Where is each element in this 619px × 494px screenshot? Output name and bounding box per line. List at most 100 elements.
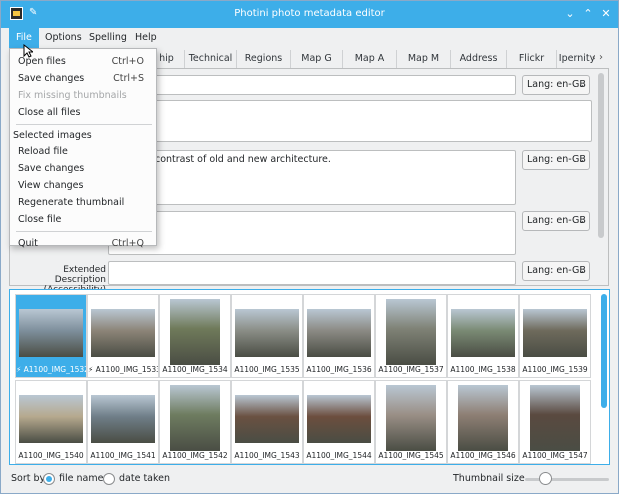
thumbnail-filename: A1100_IMG_1534 (162, 365, 228, 374)
tab-regions[interactable]: Regions (237, 50, 291, 68)
thumbnail-image (91, 309, 155, 357)
extended-description-field[interactable] (108, 261, 516, 285)
sort-date-taken-radio[interactable] (103, 473, 115, 485)
thumbnail-item[interactable]: ⚡ A1100_IMG_1533 (87, 294, 159, 378)
chevron-down-icon: ⌄ (578, 80, 585, 89)
thumbnail-filename: A1100_IMG_1545 (378, 451, 444, 460)
tab-map-a[interactable]: Map A (343, 50, 397, 68)
description-field[interactable]: all. Nice contrast of old and new archit… (108, 150, 516, 205)
thumbnail-filename: A1100_IMG_1535 (234, 365, 300, 374)
thumbnail-filename: A1100_IMG_1539 (522, 365, 588, 374)
menu-item-selected-close-file[interactable]: Close file (10, 211, 156, 228)
thumbnail-image (235, 309, 299, 357)
thumbnail-caption: A1100_IMG_1541 (88, 451, 158, 460)
minimize-icon[interactable]: ⌄ (563, 7, 577, 20)
bottom-bar: Sort by file name date taken Thumbnail s… (1, 467, 618, 493)
unsaved-marker-icon: ⚡ (16, 365, 24, 374)
menu-item-selected-save-changes[interactable]: Save changes (10, 160, 156, 177)
menu-item-selected-regenerate-thumbnail[interactable]: Regenerate thumbnail (10, 194, 156, 211)
menu-item-selected-save-changes-label: Save changes (18, 163, 85, 174)
menu-item-close-all-files[interactable]: Close all files (10, 104, 156, 121)
thumbnail-item[interactable]: A1100_IMG_1543 (231, 380, 303, 464)
menu-item-close-all-files-label: Close all files (18, 107, 81, 118)
menu-separator (16, 231, 152, 232)
menu-item-selected-close-file-label: Close file (18, 214, 62, 225)
thumbnail-caption: A1100_IMG_1540 (16, 451, 86, 460)
thumbnail-caption: A1100_IMG_1535 (232, 365, 302, 374)
thumbnail-image (307, 309, 371, 357)
thumbnail-item[interactable]: A1100_IMG_1541 (87, 380, 159, 464)
thumbnail-filename: A1100_IMG_1541 (90, 451, 156, 460)
title-lang-select[interactable]: Lang: en-GB ⌄ (522, 75, 590, 95)
thumbnail-item[interactable]: ⚡ A1100_IMG_1532 (15, 294, 87, 378)
thumbnail-image (451, 309, 515, 357)
menu-item-save-changes-shortcut: Ctrl+S (113, 73, 144, 84)
menu-item-selected-reload-file[interactable]: Reload file (10, 143, 156, 160)
thumbnail-item[interactable]: A1100_IMG_1540 (15, 380, 87, 464)
thumbnail-item[interactable]: A1100_IMG_1539 (519, 294, 591, 378)
thumbnail-image (530, 385, 580, 451)
menu-spelling[interactable]: Spelling (82, 28, 134, 48)
thumbnail-size-handle[interactable] (539, 472, 553, 485)
thumbnail-caption: ⚡ A1100_IMG_1532 (16, 365, 86, 374)
sort-file-name-label[interactable]: file name (59, 473, 103, 484)
thumbnail-image (19, 309, 83, 357)
tab-flickr[interactable]: Flickr (507, 50, 557, 68)
thumbnail-item[interactable]: A1100_IMG_1534 (159, 294, 231, 378)
thumbnail-item[interactable]: A1100_IMG_1544 (303, 380, 375, 464)
thumbnail-caption: A1100_IMG_1544 (304, 451, 374, 460)
thumbnail-caption: A1100_IMG_1537 (376, 365, 446, 374)
thumbnail-image (91, 395, 155, 443)
thumbnail-item[interactable]: A1100_IMG_1542 (159, 380, 231, 464)
thumbnail-item[interactable]: A1100_IMG_1547 (519, 380, 591, 464)
keywords-field[interactable] (108, 211, 516, 255)
close-icon[interactable]: ✕ (599, 7, 613, 20)
thumbnail-item[interactable]: A1100_IMG_1537 (375, 294, 447, 378)
thumbnail-item[interactable]: A1100_IMG_1538 (447, 294, 519, 378)
tab-map-m[interactable]: Map M (397, 50, 451, 68)
tab-map-g[interactable]: Map G (291, 50, 343, 68)
thumbnail-filename: A1100_IMG_1547 (522, 451, 588, 460)
headline-field[interactable] (108, 100, 592, 142)
menu-item-selected-view-changes[interactable]: View changes (10, 177, 156, 194)
thumbnail-image (523, 309, 587, 357)
menu-help[interactable]: Help (128, 28, 164, 48)
thumbnail-caption: A1100_IMG_1542 (160, 451, 230, 460)
thumbnail-filename: A1100_IMG_1536 (306, 365, 372, 374)
panel-scrollbar[interactable] (598, 73, 604, 238)
menu-item-fix-missing-thumbnails-label: Fix missing thumbnails (18, 90, 127, 101)
keywords-lang-select[interactable]: Lang: en-GB ⌄ (522, 211, 590, 231)
thumbnail-item[interactable]: A1100_IMG_1536 (303, 294, 375, 378)
menu-item-save-changes[interactable]: Save changes Ctrl+S (10, 70, 156, 87)
tab-address[interactable]: Address (451, 50, 507, 68)
title-field[interactable]: ontier (108, 75, 516, 95)
extended-lang-select[interactable]: Lang: en-GB ⌄ (522, 261, 590, 281)
file-menu-dropdown: Open files Ctrl+O Save changes Ctrl+S Fix mi… (9, 48, 157, 249)
menu-item-quit[interactable]: Quit Ctrl+Q (10, 235, 156, 252)
thumbnail-caption: A1100_IMG_1536 (304, 365, 374, 374)
thumbnail-caption: A1100_IMG_1543 (232, 451, 302, 460)
thumbnail-caption: ⚡ A1100_IMG_1533 (88, 365, 158, 374)
title-bar: ✎ Photini photo metadata editor ⌄ ⌃ ✕ (1, 1, 618, 28)
sort-date-taken-label[interactable]: date taken (119, 473, 170, 484)
thumbnail-image (170, 385, 220, 451)
sort-file-name-radio[interactable] (43, 473, 55, 485)
thumbnail-size-label: Thumbnail size (453, 473, 525, 484)
menu-item-quit-label: Quit (18, 238, 38, 249)
tab-scroll-arrows-icon[interactable]: ‹ › (592, 52, 603, 63)
description-lang-select[interactable]: Lang: en-GB ⌄ (522, 150, 590, 170)
thumbnail-item[interactable]: A1100_IMG_1535 (231, 294, 303, 378)
tab-technical[interactable]: Technical (185, 50, 237, 68)
maximize-icon[interactable]: ⌃ (581, 7, 595, 20)
thumbnail-scrollbar[interactable] (601, 294, 607, 408)
thumbnail-item[interactable]: A1100_IMG_1545 (375, 380, 447, 464)
thumbnail-filename: A1100_IMG_1533 (95, 365, 158, 374)
menu-item-fix-missing-thumbnails[interactable]: Fix missing thumbnails (10, 87, 156, 104)
thumbnail-item[interactable]: A1100_IMG_1546 (447, 380, 519, 464)
thumbnail-filename: A1100_IMG_1532 (23, 365, 86, 374)
thumbnail-size-slider[interactable] (525, 478, 609, 481)
thumbnail-caption: A1100_IMG_1545 (376, 451, 446, 460)
thumbnail-caption: A1100_IMG_1539 (520, 365, 590, 374)
thumbnail-caption: A1100_IMG_1538 (448, 365, 518, 374)
menu-item-open-files-shortcut: Ctrl+O (111, 56, 144, 67)
